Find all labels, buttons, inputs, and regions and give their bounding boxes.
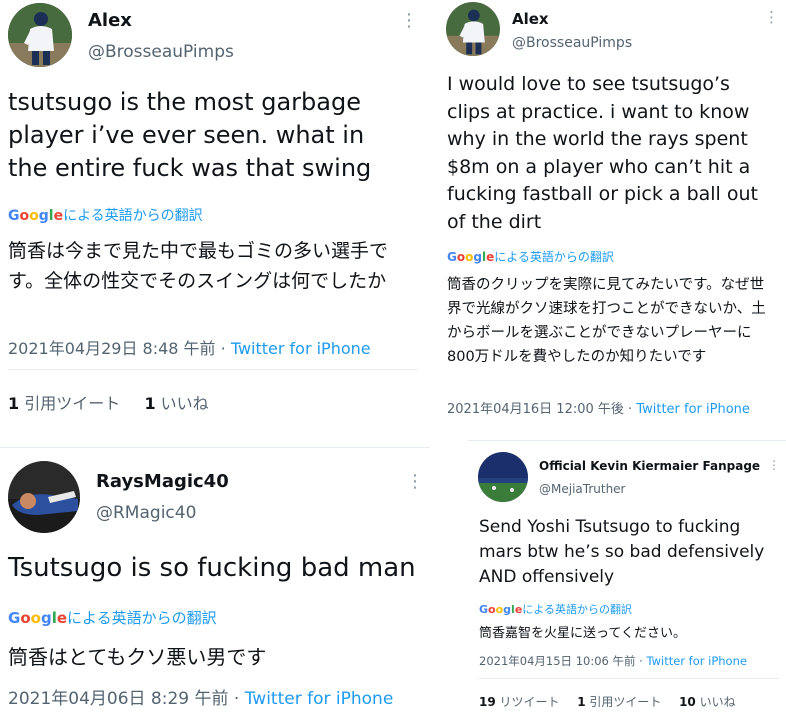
display-name[interactable]: Alex <box>88 10 132 31</box>
user-handle[interactable]: @RMagic40 <box>96 503 196 523</box>
divider <box>0 447 430 448</box>
google-logo: Google <box>479 603 523 616</box>
source-link[interactable]: Twitter for iPhone <box>646 654 747 668</box>
engagement-stats: 1 引用ツイート 1 いいね <box>8 390 209 414</box>
translated-text: 筒香のクリップを実際に見てみたいです。なぜ世界で光線がクソ速球を打つことができな… <box>447 277 766 365</box>
display-name[interactable]: RaysMagic40 <box>96 471 229 492</box>
google-logo: Google <box>8 609 68 627</box>
more-options-icon[interactable]: ⋮ <box>768 459 780 471</box>
stadium-avatar-image <box>478 452 528 502</box>
tweet-card[interactable]: Official Kevin Kiermaier Fanpage @MejiaT… <box>468 440 786 718</box>
date-text[interactable]: 2021年04月06日 8:29 午前 <box>8 689 229 709</box>
source-link[interactable]: Twitter for iPhone <box>636 402 750 417</box>
translation-label: による英語からの翻訳 <box>522 603 632 616</box>
baseball-player-avatar-image <box>446 2 500 56</box>
tweet-card[interactable]: Alex @BrosseauPimps ⋮ tsutsugo is the mo… <box>0 0 420 430</box>
translated-by-google-link[interactable]: Googleによる英語からの翻訳 <box>447 248 614 265</box>
likes-stat[interactable]: 1 いいね <box>144 394 208 413</box>
quote-tweets-stat[interactable]: 1 引用ツイート <box>577 695 661 709</box>
source-link[interactable]: Twitter for iPhone <box>231 339 371 358</box>
translation-label: による英語からの翻訳 <box>67 609 217 627</box>
likes-stat[interactable]: 10 いいね <box>679 695 736 709</box>
avatar[interactable] <box>446 2 500 56</box>
translated-text: 筒香は今まで見た中で最もゴミの多い選手です。全体の性交でそのスイングは何でしたか <box>8 240 389 292</box>
user-handle[interactable]: @MejiaTruther <box>539 482 626 496</box>
tweet-timestamp: 2021年04月16日 12:00 午後 · Twitter for iPhon… <box>447 402 750 417</box>
more-options-icon[interactable]: ⋮ <box>406 473 424 491</box>
translated-text: 筒香嘉智を火星に送ってください。 <box>479 626 686 641</box>
divider <box>468 440 786 441</box>
tweet-text: Tsutsugo is so fucking bad man <box>8 553 416 583</box>
user-handle[interactable]: @BrosseauPimps <box>88 42 234 62</box>
user-handle[interactable]: @BrosseauPimps <box>512 35 632 51</box>
avatar[interactable] <box>8 3 72 67</box>
translated-by-google-link[interactable]: Googleによる英語からの翻訳 <box>8 607 217 628</box>
baseball-player-avatar-image <box>8 3 72 67</box>
retweets-stat[interactable]: 19 リツイート <box>479 695 560 709</box>
quote-tweets-stat[interactable]: 1 引用ツイート <box>8 394 120 413</box>
date-text[interactable]: 2021年04月15日 10:06 午前 <box>479 654 636 668</box>
tweet-timestamp: 2021年04月06日 8:29 午前 · Twitter for iPhone <box>8 689 394 709</box>
translated-text: 筒香はとてもクソ悪い男です <box>8 645 267 669</box>
translation-label: による英語からの翻訳 <box>63 208 203 224</box>
divider <box>479 678 779 679</box>
more-options-icon[interactable]: ⋮ <box>764 10 779 25</box>
translated-by-google-link[interactable]: Googleによる英語からの翻訳 <box>8 205 203 225</box>
tweet-text: Send Yoshi Tsutsugo to fucking mars btw … <box>479 517 765 587</box>
avatar[interactable] <box>8 461 80 533</box>
date-text[interactable]: 2021年04月16日 12:00 午後 <box>447 402 624 417</box>
translation-label: による英語からの翻訳 <box>494 250 614 264</box>
tweet-card[interactable]: RaysMagic40 @RMagic40 ⋮ Tsutsugo is so f… <box>0 447 430 718</box>
source-link[interactable]: Twitter for iPhone <box>245 689 394 709</box>
google-logo: Google <box>8 208 64 224</box>
display-name[interactable]: Official Kevin Kiermaier Fanpage <box>539 459 760 473</box>
display-name[interactable]: Alex <box>512 10 549 28</box>
date-text[interactable]: 2021年04月29日 8:48 午前 <box>8 339 216 358</box>
translated-by-google-link[interactable]: Googleによる英語からの翻訳 <box>479 601 632 617</box>
tweet-timestamp: 2021年04月15日 10:06 午前 · Twitter for iPhon… <box>479 654 747 668</box>
tweet-text: I would love to see tsutsugo’s clips at … <box>447 73 758 233</box>
engagement-stats: 19 リツイート 1 引用ツイート 10 いいね <box>479 693 736 710</box>
player-sliding-avatar-image <box>8 461 80 533</box>
tweet-timestamp: 2021年04月29日 8:48 午前 · Twitter for iPhone <box>8 339 371 358</box>
divider <box>8 369 418 370</box>
more-options-icon[interactable]: ⋮ <box>400 12 418 30</box>
tweet-card[interactable]: Alex @BrosseauPimps ⋮ I would love to se… <box>439 0 786 430</box>
google-logo: Google <box>447 250 495 264</box>
tweet-text: tsutsugo is the most garbage player i’ve… <box>8 88 372 182</box>
avatar[interactable] <box>478 452 528 502</box>
